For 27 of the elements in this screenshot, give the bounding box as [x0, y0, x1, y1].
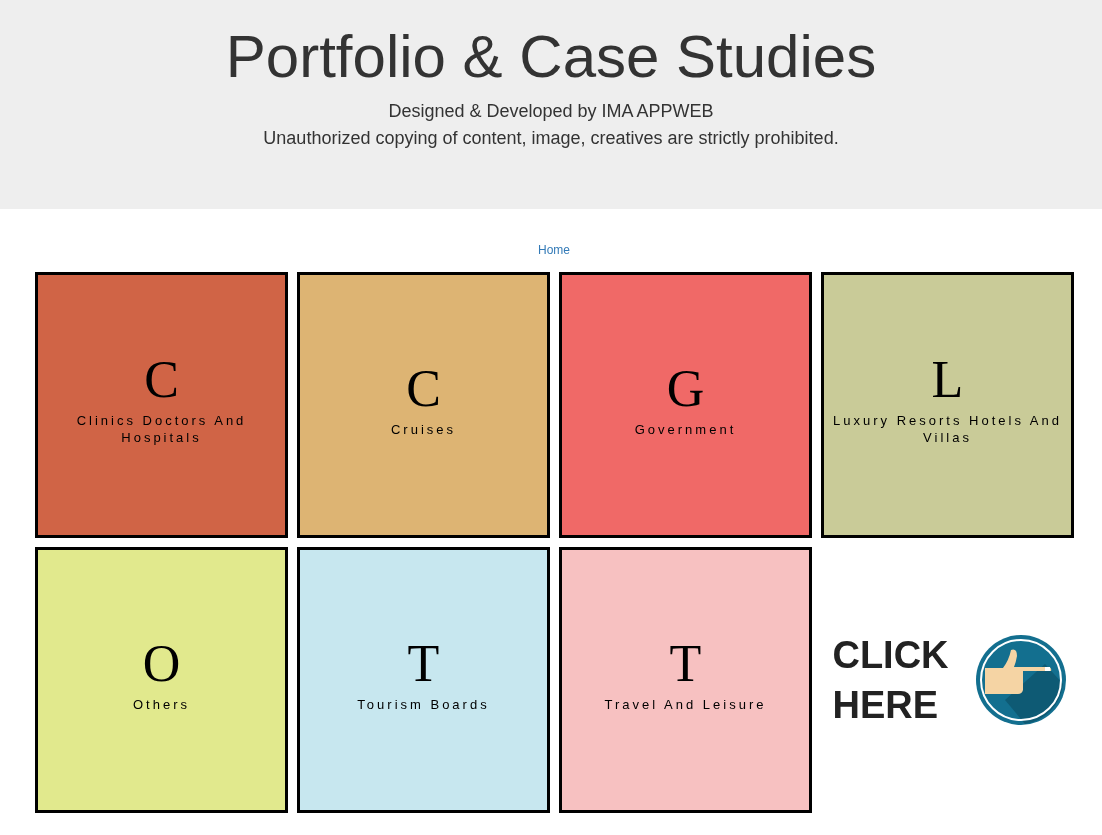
- category-letter: T: [407, 635, 440, 692]
- subtitle-line: Designed & Developed by IMA APPWEB: [387, 100, 715, 123]
- category-tile[interactable]: C Clinics Doctors And Hospitals: [35, 272, 288, 538]
- category-tile[interactable]: T Travel And Leisure: [559, 547, 812, 813]
- category-letter: T: [669, 635, 702, 692]
- category-letter: O: [142, 635, 181, 692]
- category-label: Luxury Resorts Hotels And Villas: [832, 412, 1063, 446]
- category-tile[interactable]: C Cruises: [297, 272, 550, 538]
- category-letter: G: [666, 360, 705, 417]
- category-label: Travel And Leisure: [604, 695, 767, 713]
- subtitle-line: Unauthorized copying of content, image, creatives are strictly prohibited.: [262, 127, 840, 150]
- page-title: Portfolio & Case Studies: [224, 22, 878, 92]
- category-tile[interactable]: G Government: [559, 272, 812, 538]
- category-tile[interactable]: O Others: [35, 547, 288, 813]
- category-tile[interactable]: L Luxury Resorts Hotels And Villas: [821, 272, 1074, 538]
- category-label: Clinics Doctors And Hospitals: [75, 412, 248, 446]
- category-label: Cruises: [390, 420, 457, 438]
- category-label: Tourism Boards: [357, 695, 490, 713]
- home-link[interactable]: Home: [538, 243, 570, 257]
- click-here-link[interactable]: CLICK HERE: [828, 630, 1067, 730]
- category-letter: L: [931, 352, 964, 408]
- category-letter: C: [144, 352, 179, 408]
- category-label: Government: [634, 420, 737, 438]
- category-label: Others: [133, 695, 190, 713]
- category-letter: C: [406, 360, 441, 417]
- category-tile[interactable]: T Tourism Boards: [297, 547, 550, 813]
- pointing-hand-icon: [974, 634, 1067, 726]
